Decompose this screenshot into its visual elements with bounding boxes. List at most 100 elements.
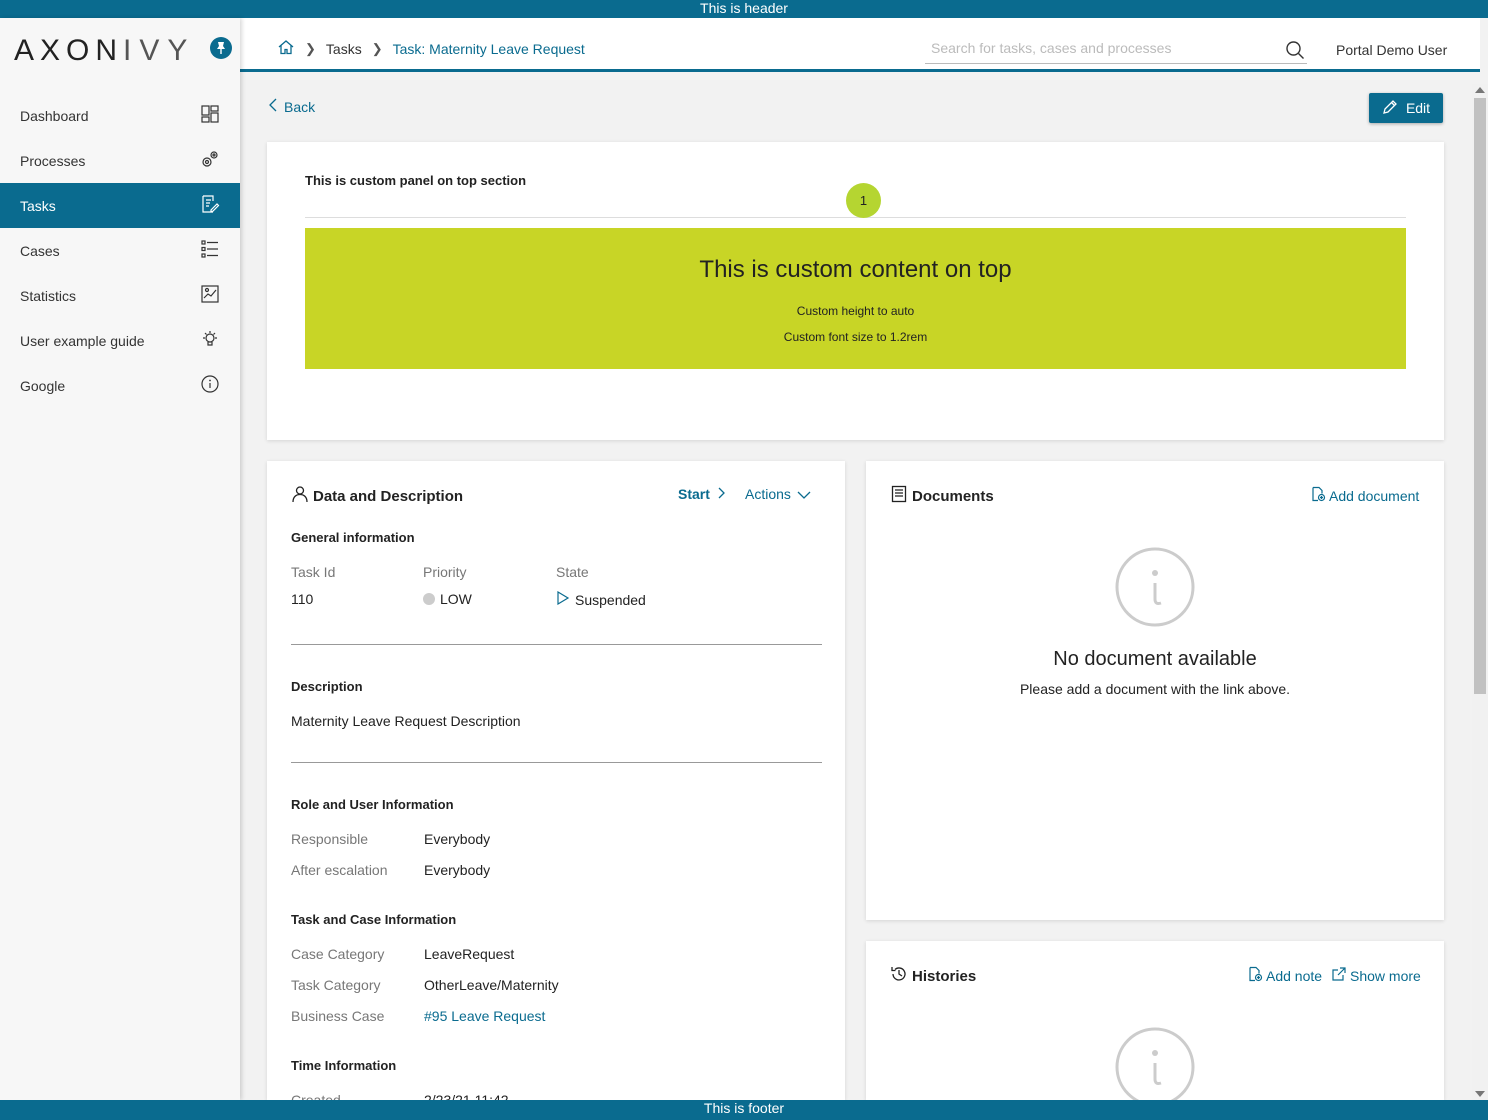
state-value: Suspended bbox=[556, 590, 646, 608]
sidebar-item-label: User example guide bbox=[20, 332, 145, 349]
play-icon bbox=[556, 590, 570, 608]
history-icon bbox=[890, 965, 908, 987]
priority-label: LOW bbox=[440, 591, 472, 607]
field-label: Case Category bbox=[291, 946, 385, 962]
sidebar-item-label: Google bbox=[20, 377, 66, 394]
sidebar-item-label: Tasks bbox=[20, 197, 56, 214]
add-document-label: Add document bbox=[1329, 487, 1420, 504]
show-more-link[interactable]: Show more bbox=[1331, 966, 1421, 985]
task-category-value: OtherLeave/Maternity bbox=[424, 977, 559, 993]
description-text: Maternity Leave Request Description bbox=[291, 713, 521, 729]
panel-title: Data and Description bbox=[313, 487, 464, 505]
add-document-link[interactable]: Add document bbox=[1310, 486, 1419, 505]
section-title: Task and Case Information bbox=[291, 912, 457, 927]
section-title: Role and User Information bbox=[291, 797, 454, 812]
responsible-value: Everybody bbox=[424, 831, 491, 847]
chevron-left-icon bbox=[268, 98, 278, 115]
breadcrumb-tasks[interactable]: Tasks bbox=[326, 41, 362, 57]
page-scrollbar[interactable] bbox=[1472, 84, 1488, 1100]
sidebar-item-label: Statistics bbox=[20, 287, 77, 304]
field-label: After escalation bbox=[291, 862, 388, 878]
custom-top-panel: This is custom panel on top section 1 Th… bbox=[267, 142, 1444, 440]
home-icon[interactable] bbox=[277, 38, 295, 59]
chevron-right-icon: ❯ bbox=[305, 40, 316, 56]
documents-panel: Documents Add document No document avail… bbox=[866, 461, 1444, 920]
chart-icon bbox=[200, 284, 220, 307]
empty-state-title: No document available bbox=[1053, 648, 1257, 670]
field-label: Task Id bbox=[291, 564, 336, 580]
divider bbox=[291, 644, 822, 645]
panel-header: Data and Description bbox=[291, 485, 463, 507]
lightbulb-icon bbox=[200, 329, 220, 352]
pencil-icon bbox=[1382, 99, 1398, 118]
axon-ivy-logo[interactable]: AXONIVY bbox=[14, 34, 195, 68]
search-icon[interactable] bbox=[1285, 40, 1305, 63]
info-icon bbox=[200, 374, 220, 397]
document-icon bbox=[890, 485, 908, 507]
sidebar-item-user-example-guide[interactable]: User example guide bbox=[0, 318, 240, 363]
logo-main-text: AXON bbox=[14, 34, 124, 67]
field-label: State bbox=[556, 564, 589, 580]
back-label: Back bbox=[284, 98, 316, 115]
section-title: General information bbox=[291, 530, 415, 545]
sidebar-item-google[interactable]: Google bbox=[0, 363, 240, 408]
field-label: Created bbox=[291, 1092, 341, 1100]
sidebar-item-tasks[interactable]: Tasks bbox=[0, 183, 240, 228]
sidebar-item-label: Processes bbox=[20, 152, 86, 169]
field-label: Responsible bbox=[291, 831, 369, 847]
panel-title: Histories bbox=[912, 967, 977, 985]
sidebar-item-dashboard[interactable]: Dashboard bbox=[0, 93, 240, 138]
task-edit-icon bbox=[200, 194, 220, 217]
sidebar-item-statistics[interactable]: Statistics bbox=[0, 273, 240, 318]
scrollbar-thumb[interactable] bbox=[1474, 98, 1486, 694]
priority-dot-icon bbox=[423, 593, 435, 605]
user-icon bbox=[291, 485, 309, 507]
custom-panel-title: This is custom panel on top section bbox=[305, 173, 527, 188]
field-label: Priority bbox=[423, 564, 467, 580]
panel-header: Histories bbox=[890, 965, 976, 987]
sidebar-item-cases[interactable]: Cases bbox=[0, 228, 240, 273]
back-link[interactable]: Back bbox=[268, 98, 315, 115]
sidebar-item-label: Dashboard bbox=[20, 107, 89, 124]
gears-icon bbox=[200, 149, 220, 172]
header-banner: This is header bbox=[0, 0, 1488, 18]
section-title: Description bbox=[291, 679, 363, 694]
pin-icon[interactable] bbox=[210, 37, 232, 59]
panel-header: Documents bbox=[890, 485, 994, 507]
info-icon bbox=[1115, 547, 1195, 627]
field-label: Task Category bbox=[291, 977, 381, 993]
breadcrumb-current-task[interactable]: Task: Maternity Leave Request bbox=[393, 41, 585, 57]
edit-button[interactable]: Edit bbox=[1369, 93, 1443, 123]
business-case-link[interactable]: #95 Leave Request bbox=[424, 1008, 545, 1024]
scroll-down-arrow-icon[interactable] bbox=[1475, 1091, 1485, 1097]
escalation-value: Everybody bbox=[424, 862, 491, 878]
created-value: 2/23/21 11:42 bbox=[424, 1092, 509, 1100]
list-icon bbox=[200, 239, 220, 262]
show-more-label: Show more bbox=[1350, 967, 1421, 984]
info-icon bbox=[1115, 1027, 1195, 1100]
panel-title: Documents bbox=[912, 487, 994, 505]
user-menu[interactable]: Portal Demo User bbox=[1336, 42, 1447, 58]
custom-content-line: Custom height to auto bbox=[796, 304, 915, 318]
data-description-panel: Data and Description Start Actions Gener… bbox=[267, 461, 845, 1100]
section-title: Time Information bbox=[291, 1058, 397, 1073]
histories-panel: Histories Add note Show more bbox=[866, 941, 1444, 1100]
logo-light-text: IVY bbox=[123, 34, 196, 67]
start-label: Start bbox=[678, 486, 710, 502]
custom-content-title: This is custom content on top bbox=[699, 256, 1012, 283]
search-input[interactable] bbox=[925, 34, 1265, 62]
breadcrumb: ❯ Tasks ❯ Task: Maternity Leave Request bbox=[277, 38, 585, 59]
add-note-link[interactable]: Add note bbox=[1247, 966, 1322, 985]
actions-dropdown[interactable]: Actions bbox=[745, 486, 811, 502]
custom-content-line: Custom font size to 1.2rem bbox=[783, 330, 928, 344]
sidebar-item-processes[interactable]: Processes bbox=[0, 138, 240, 183]
chevron-right-icon: ❯ bbox=[371, 40, 383, 56]
sidebar: AXONIVY Dashboard Processes Tasks Cases … bbox=[0, 18, 240, 1100]
start-link[interactable]: Start bbox=[678, 486, 726, 502]
chevron-down-icon bbox=[797, 486, 811, 502]
edit-label: Edit bbox=[1405, 100, 1431, 116]
external-link-icon bbox=[1331, 966, 1347, 985]
global-search bbox=[925, 34, 1307, 64]
scroll-up-arrow-icon[interactable] bbox=[1475, 87, 1485, 93]
custom-content-box: This is custom content on top Custom hei… bbox=[305, 228, 1406, 369]
